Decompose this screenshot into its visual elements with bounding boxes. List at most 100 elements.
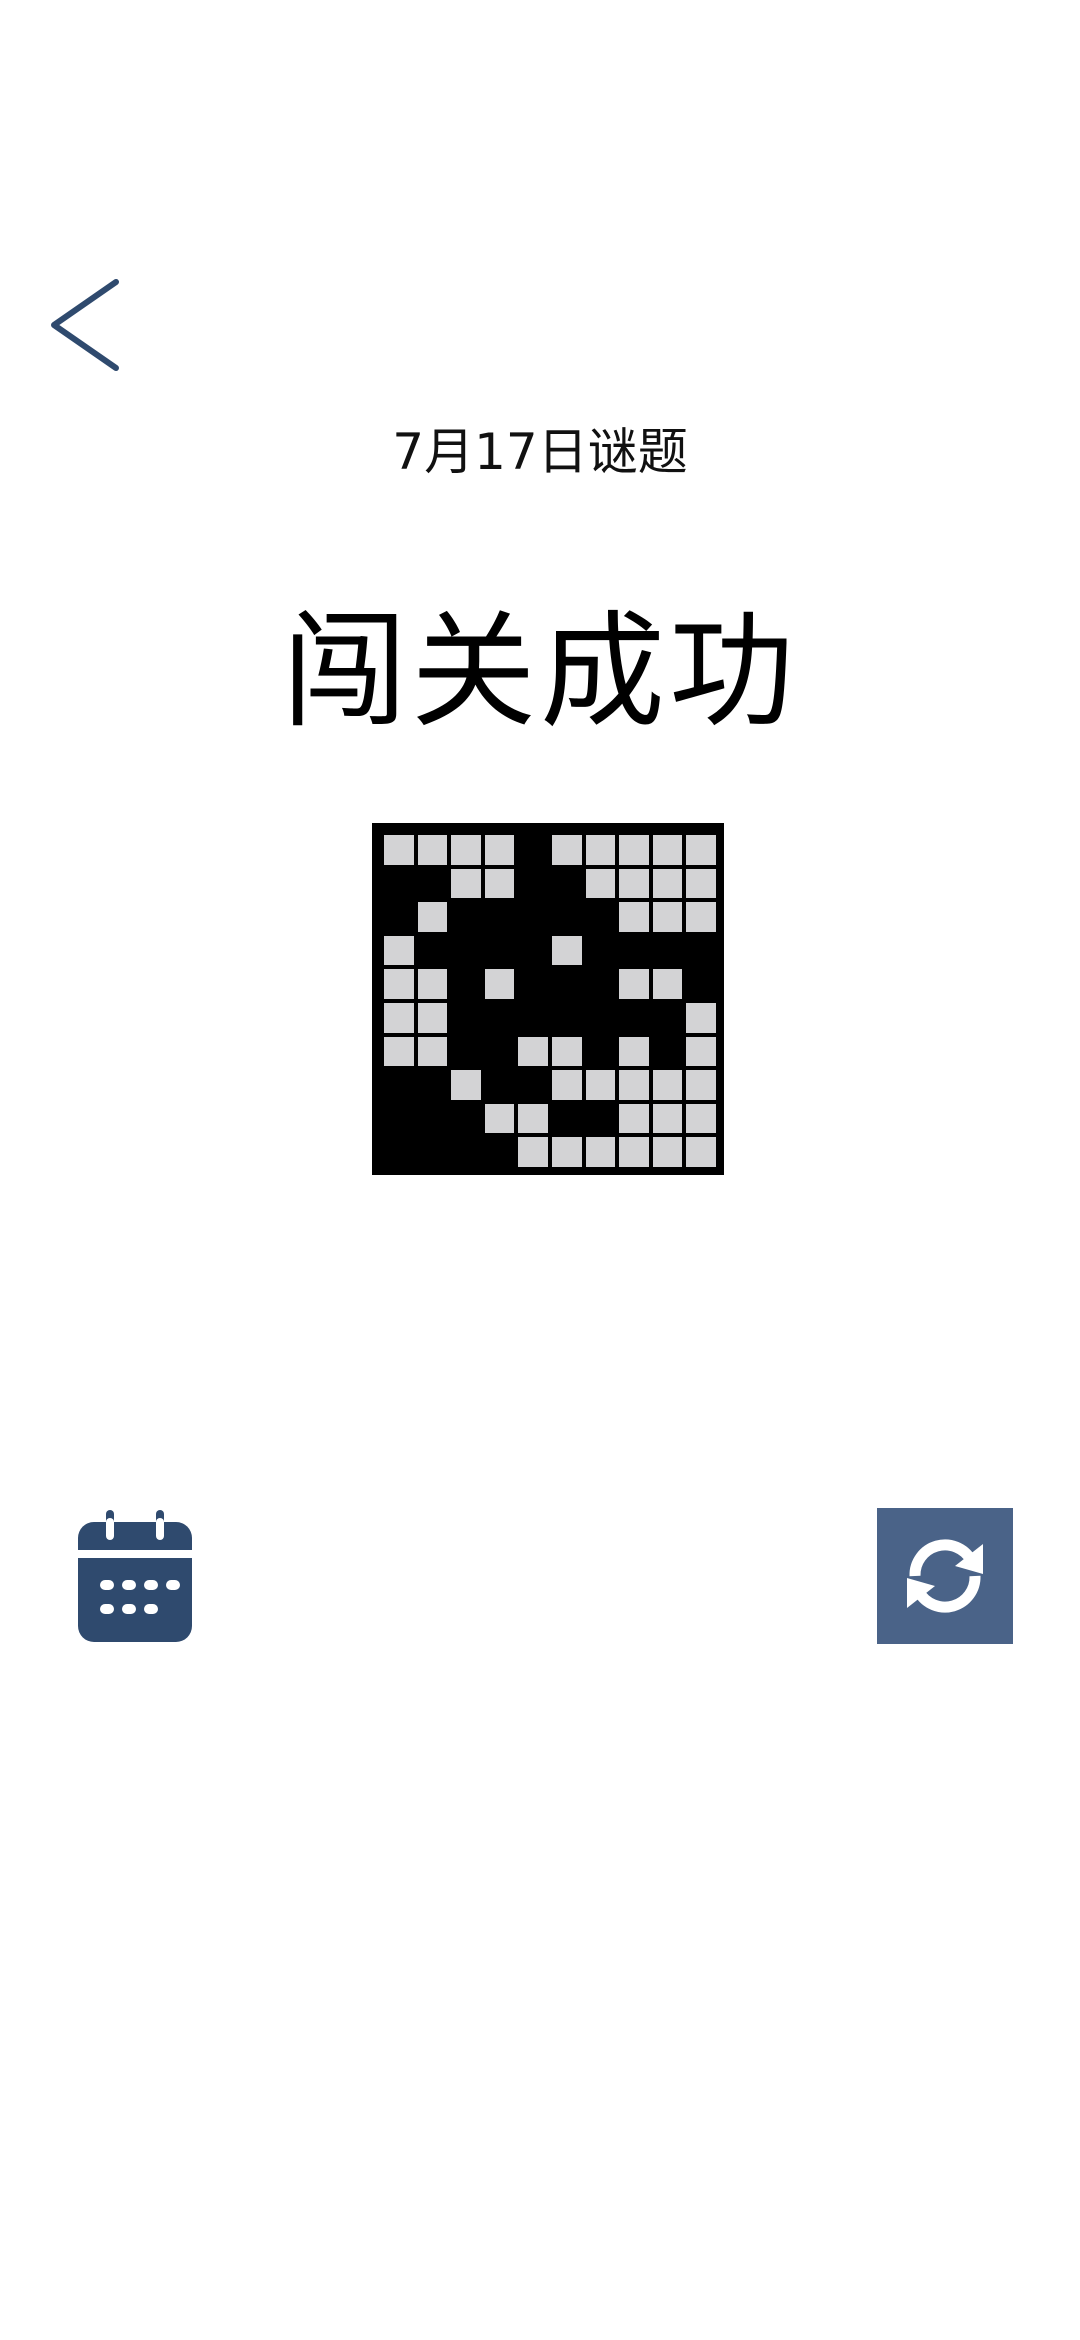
grid-cell	[516, 1000, 550, 1035]
grid-cell	[684, 1135, 718, 1169]
grid-cell	[516, 1135, 550, 1169]
grid-cell	[650, 866, 685, 901]
grid-cell	[382, 1101, 416, 1136]
grid-cell	[650, 1101, 685, 1136]
grid-cell	[415, 1000, 450, 1035]
grid-cell	[617, 866, 651, 901]
grid-cell	[516, 1034, 550, 1069]
grid-cell	[549, 1135, 584, 1169]
grid-cell	[449, 933, 483, 968]
grid-cell	[415, 833, 450, 867]
grid-cell	[617, 833, 651, 867]
grid-cell	[382, 900, 416, 934]
grid-cell	[650, 1000, 685, 1035]
grid-cell	[415, 1034, 450, 1069]
grid-cell	[549, 900, 584, 934]
grid-cell	[684, 933, 718, 968]
grid-cell	[549, 833, 584, 867]
grid-cell	[650, 833, 685, 867]
grid-cell	[449, 833, 483, 867]
grid-cell	[650, 1068, 685, 1102]
grid-cell	[583, 1101, 618, 1136]
grid-cell	[583, 967, 618, 1001]
grid-cell	[617, 1068, 651, 1102]
puzzle-date-label: 7月17日谜题	[392, 423, 688, 481]
result-title: 闯关成功	[282, 600, 798, 745]
grid-cell	[684, 900, 718, 934]
grid-cell	[516, 1068, 550, 1102]
grid-cell	[583, 1034, 618, 1069]
grid-cell	[449, 866, 483, 901]
back-button[interactable]	[40, 270, 130, 380]
grid-cell	[415, 900, 450, 934]
grid-cell	[415, 1068, 450, 1102]
grid-cell	[382, 1000, 416, 1035]
grid-cell	[549, 967, 584, 1001]
grid-cell	[650, 1034, 685, 1069]
grid-cell	[583, 900, 618, 934]
grid-cell	[684, 1000, 718, 1035]
grid-cell	[516, 967, 550, 1001]
grid-cell	[482, 866, 517, 901]
grid-cell	[684, 833, 718, 867]
grid-cell	[482, 933, 517, 968]
grid-cell	[382, 1068, 416, 1102]
grid-cell	[583, 1068, 618, 1102]
grid-cell	[684, 1101, 718, 1136]
grid-cell	[617, 933, 651, 968]
grid-cell	[449, 1068, 483, 1102]
grid-cell	[382, 967, 416, 1001]
grid-cell	[617, 1000, 651, 1035]
grid-cell	[650, 967, 685, 1001]
calendar-button[interactable]	[76, 1508, 194, 1644]
chevron-left-icon	[51, 279, 119, 371]
grid-cell	[684, 1068, 718, 1102]
grid-cell	[583, 1000, 618, 1035]
grid-cell	[549, 866, 584, 901]
grid-cell	[583, 933, 618, 968]
grid-cell	[382, 1034, 416, 1069]
puzzle-board	[372, 823, 724, 1175]
grid-cell	[449, 900, 483, 934]
grid-cell	[415, 967, 450, 1001]
grid-cell	[482, 1135, 517, 1169]
grid-cell	[449, 1101, 483, 1136]
grid-cell	[583, 866, 618, 901]
grid-cell	[516, 833, 550, 867]
grid-cell	[482, 967, 517, 1001]
grid-cell	[482, 833, 517, 867]
grid-cell	[549, 1068, 584, 1102]
grid-cell	[415, 1135, 450, 1169]
grid-cell	[549, 1034, 584, 1069]
grid-cell	[583, 833, 618, 867]
grid-cell	[549, 933, 584, 968]
grid-cell	[684, 1034, 718, 1069]
grid-cell	[516, 900, 550, 934]
grid-cell	[516, 1101, 550, 1136]
grid-cell	[382, 1135, 416, 1169]
grid-cell	[415, 933, 450, 968]
grid-cell	[549, 1000, 584, 1035]
puzzle-grid	[382, 833, 718, 1169]
refresh-button[interactable]	[877, 1508, 1013, 1644]
calendar-icon	[78, 1510, 192, 1642]
grid-cell	[583, 1135, 618, 1169]
grid-cell	[382, 833, 416, 867]
grid-cell	[516, 866, 550, 901]
grid-cell	[482, 1000, 517, 1035]
grid-cell	[617, 967, 651, 1001]
grid-cell	[617, 1034, 651, 1069]
grid-cell	[617, 1135, 651, 1169]
grid-cell	[482, 1034, 517, 1069]
grid-cell	[449, 1034, 483, 1069]
grid-cell	[382, 933, 416, 968]
grid-cell	[449, 967, 483, 1001]
grid-cell	[650, 1135, 685, 1169]
grid-cell	[449, 1135, 483, 1169]
grid-cell	[617, 1101, 651, 1136]
grid-cell	[415, 1101, 450, 1136]
grid-cell	[382, 866, 416, 901]
page: 7月17日谜题 闯关成功	[0, 0, 1080, 2340]
grid-cell	[650, 933, 685, 968]
grid-cell	[482, 1101, 517, 1136]
